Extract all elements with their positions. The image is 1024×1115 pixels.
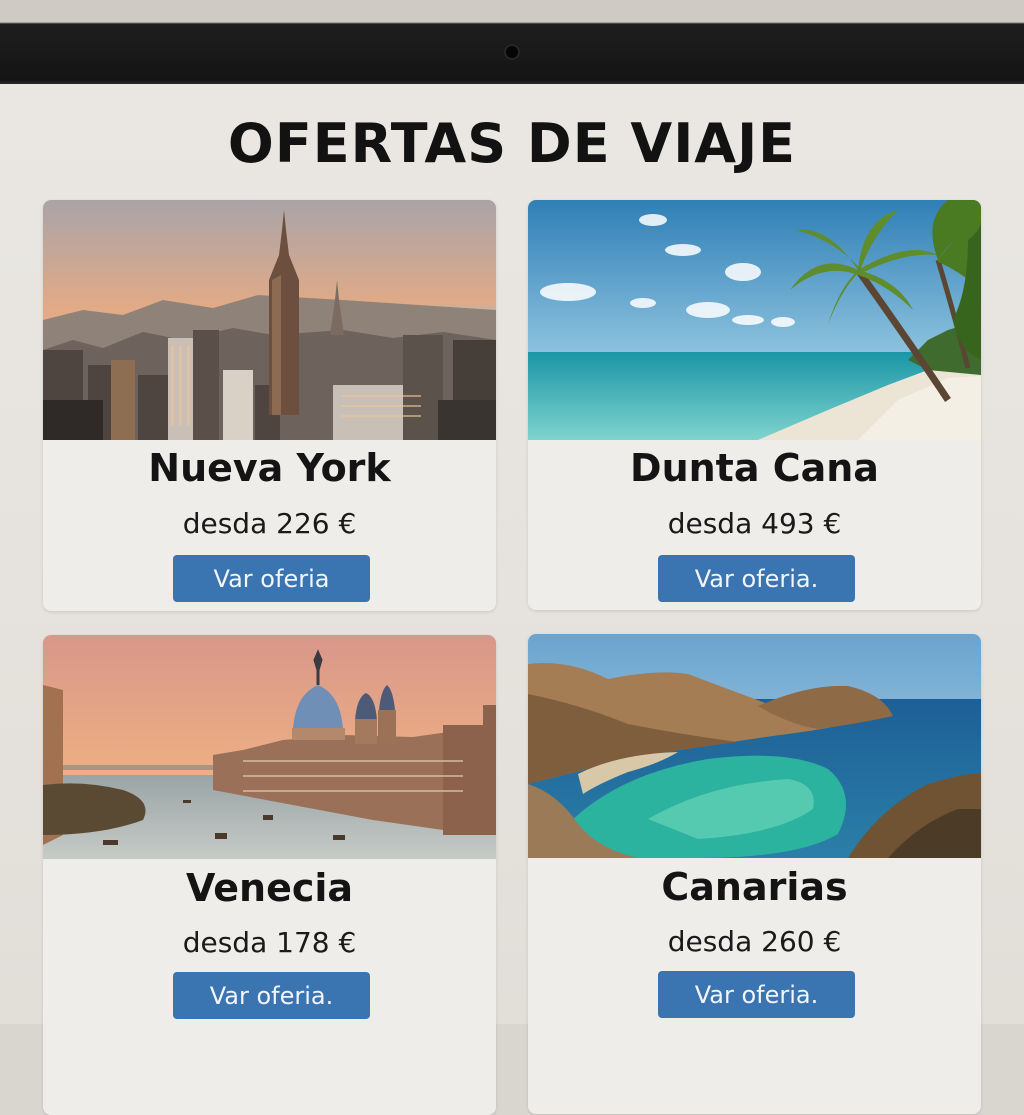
offer-title: Dunta Cana <box>630 446 879 490</box>
offer-title: Venecia <box>185 866 354 910</box>
offer-image-canary-cove <box>528 634 981 858</box>
web-page: OFERTAS DE VIAJE Nueva York desda 226 € … <box>0 84 1024 1115</box>
offer-card-canarias: Canarias desda 260 € Var oferia. <box>528 634 981 1114</box>
offer-card-venecia: Venecia desda 178 € Var oferia. <box>43 635 496 1115</box>
page-title: OFERTAS DE VIAJE <box>227 112 797 175</box>
offer-card-nueva-york: Nueva York desda 226 € Var oferia <box>43 200 496 611</box>
offer-title: Nueva York <box>148 446 391 490</box>
monitor-bezel <box>0 0 1024 84</box>
view-offer-button[interactable]: Var oferia. <box>658 971 855 1018</box>
offer-image-caribbean-beach <box>528 200 981 440</box>
view-offer-button[interactable]: Var oferia. <box>658 555 855 602</box>
offer-price: desda 493 € <box>667 507 842 540</box>
view-offer-button[interactable]: Var oferia. <box>173 972 370 1019</box>
offer-title: Canarias <box>661 865 848 909</box>
offer-price: desda 226 € <box>182 507 357 540</box>
offer-price: desda 260 € <box>667 925 842 958</box>
offer-card-dunta-cana: Dunta Cana desda 493 € Var oferia. <box>528 200 981 610</box>
offer-image-new-york <box>43 200 496 440</box>
webcam-icon <box>506 46 518 58</box>
offer-price: desda 178 € <box>182 926 357 959</box>
offer-image-venice <box>43 635 496 859</box>
view-offer-button[interactable]: Var oferia <box>173 555 370 602</box>
